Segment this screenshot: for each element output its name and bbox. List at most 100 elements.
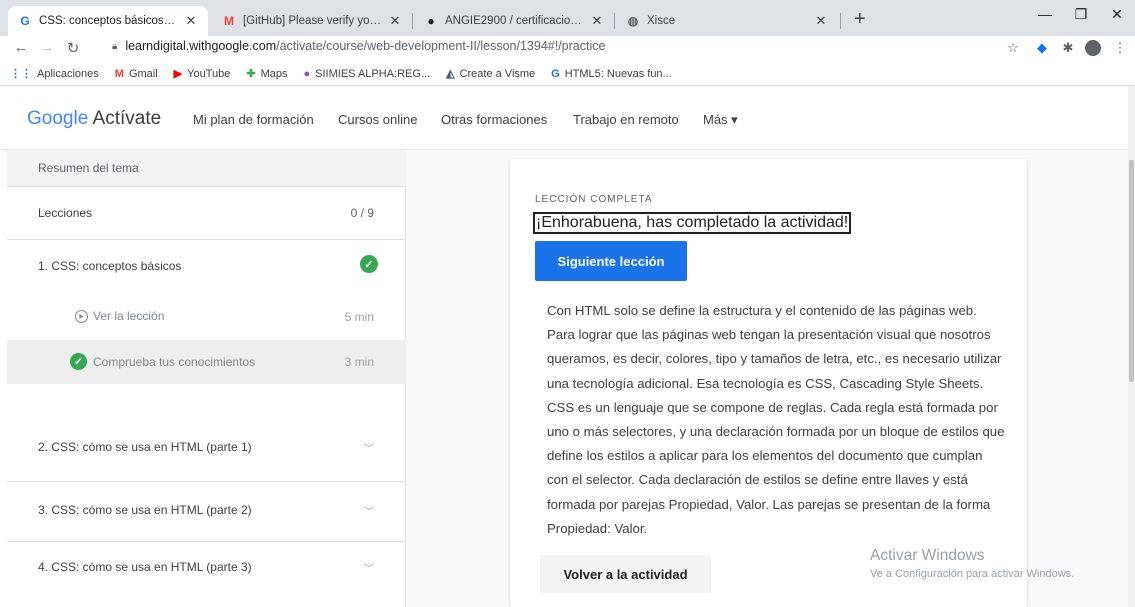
close-tab-icon[interactable]: ✕	[388, 13, 402, 29]
address-bar[interactable]: 🔒︎ learndigital.withgoogle.com/activate/…	[112, 39, 605, 53]
lessons-count: 0 / 9	[350, 206, 374, 220]
tab-title: CSS: conceptos básicos - Google	[39, 15, 178, 27]
bookmark-siimies[interactable]: ● SIIMIES ALPHA:REG...	[304, 68, 431, 80]
topic-summary-header[interactable]: Resumen del tema	[7, 150, 406, 187]
bookmark-star-icon[interactable]: ☆	[1005, 40, 1021, 56]
lesson-body-text: Con HTML solo se define la estructura y …	[547, 303, 1005, 536]
tab-title: [GitHub] Please verify your email	[243, 15, 382, 27]
watermark-subtitle: Ve a Configuración para activar Windows.	[870, 568, 1075, 580]
browser-tab-github-email[interactable]: M [GitHub] Please verify your email ✕	[212, 6, 412, 36]
profile-avatar-icon[interactable]	[1085, 40, 1101, 56]
lesson-1-group: 1. CSS: conceptos básicos ✓ ▶ Ver la lec…	[7, 240, 406, 430]
lesson-2-title: 2. CSS: cómo se usa en HTML (parte 1)	[38, 440, 252, 454]
close-tab-icon[interactable]: ✕	[814, 13, 828, 29]
google-favicon-icon: G	[20, 14, 30, 28]
bookmark-maps[interactable]: ✚ Maps	[246, 67, 288, 81]
sidebar-item-ver-leccion[interactable]: ▶ Ver la lección	[75, 309, 164, 323]
globe-favicon-icon: ◍	[627, 14, 639, 28]
logo-google-text: Google	[27, 108, 89, 129]
bookmark-label: HTML5: Nuevas fun...	[564, 67, 672, 80]
maps-icon: ✚	[246, 68, 256, 80]
lesson-card: LECCIÓN COMPLETA ¡Enhorabuena, has compl…	[510, 159, 1027, 607]
bookmark-label: Gmail	[128, 67, 158, 80]
browser-toolbar: ← → ↻ 🔒︎ learndigital.withgoogle.com/act…	[0, 36, 1135, 62]
bookmark-aplicaciones[interactable]: ⋮⋮ Aplicaciones	[10, 67, 99, 81]
new-tab-icon[interactable]: +	[854, 9, 866, 29]
url-path: /activate/course/web-development-II/less…	[276, 39, 606, 53]
youtube-icon: ▶	[173, 68, 183, 80]
close-tab-icon[interactable]: ✕	[184, 13, 198, 29]
lesson-sidebar: Resumen del tema Lecciones 0 / 9 1. CSS:…	[7, 150, 406, 607]
github-favicon-icon: ●	[427, 14, 435, 28]
bookmark-visme[interactable]: ◭ Create a Visme	[446, 67, 536, 81]
tab-separator	[840, 13, 841, 29]
bookmarks-bar: ⋮⋮ Aplicaciones M Gmail ▶ YouTube ✚ Maps ● SI…	[0, 62, 1135, 86]
chevron-down-icon: ﹀	[364, 444, 374, 455]
bookmark-html5[interactable]: G HTML5: Nuevas fun...	[551, 68, 672, 80]
nav-cursos-online[interactable]: Cursos online	[338, 112, 418, 127]
lock-icon: 🔒︎	[112, 40, 118, 52]
lesson-4-row[interactable]: 4. CSS: cómo se usa en HTML (parte 3) ﹀	[7, 542, 406, 602]
watermark-title: Activar Windows	[870, 547, 985, 564]
reload-icon[interactable]: ↻	[64, 39, 82, 57]
lesson-3-title: 3. CSS: cómo se usa en HTML (parte 2)	[38, 503, 252, 517]
browser-tab-github-repo[interactable]: ● ANGIE2900 / certificacion: prime ✕	[414, 6, 614, 36]
sub-item-duration: 5 min	[344, 310, 374, 324]
back-arrow-icon[interactable]: ←	[12, 39, 30, 56]
restore-icon[interactable]: ❐	[1066, 6, 1096, 23]
lesson-3-row[interactable]: 3. CSS: cómo se usa en HTML (parte 2) ﹀	[7, 482, 406, 542]
bookmark-gmail[interactable]: M Gmail	[115, 68, 158, 80]
puzzle-extensions-icon[interactable]: ✱	[1060, 40, 1076, 56]
siimies-icon: ●	[303, 67, 311, 80]
windows-activation-watermark: Activar Windows Ve a Configuración para …	[870, 547, 1074, 580]
gmail-favicon-icon: M	[224, 14, 234, 28]
congrats-message: ¡Enhorabuena, has completado la activida…	[532, 212, 852, 234]
check-circle-icon: ✓	[360, 255, 378, 273]
sidebar-item-comprueba[interactable]: ✓ Comprueba tus conocimientos 3 min	[7, 340, 406, 384]
topic-summary-label: Resumen del tema	[38, 161, 139, 175]
tab-separator	[614, 13, 615, 29]
lesson-2-row[interactable]: 2. CSS: cómo se usa en HTML (parte 1) ﹀	[7, 422, 406, 482]
next-lesson-button[interactable]: Siguiente lección	[535, 241, 687, 281]
browser-tab-css[interactable]: G CSS: conceptos básicos - Google ✕	[8, 6, 208, 36]
lesson-1-title[interactable]: 1. CSS: conceptos básicos	[38, 259, 181, 273]
close-window-icon[interactable]: ✕	[1102, 6, 1132, 23]
apps-grid-icon: ⋮⋮	[10, 68, 32, 80]
bookmark-label: Create a Visme	[459, 67, 536, 80]
back-to-activity-button[interactable]: Volver a la actividad	[540, 555, 711, 593]
chevron-down-icon: ﹀	[364, 564, 374, 575]
logo-product-text: Actívate	[92, 108, 162, 129]
sub-item-duration: 3 min	[344, 355, 374, 369]
bookmark-label: Maps	[260, 67, 288, 80]
url-host: learndigital.withgoogle.com	[125, 39, 277, 53]
graduation-cap-extension-icon[interactable]: ◆	[1034, 40, 1050, 56]
nav-trabajo-remoto[interactable]: Trabajo en remoto	[573, 112, 679, 127]
site-header: Google Actívate Mi plan de formación Cur…	[0, 86, 1135, 150]
bookmark-youtube[interactable]: ▶ YouTube	[173, 67, 231, 81]
close-tab-icon[interactable]: ✕	[590, 13, 604, 29]
bookmark-label: SIIMIES ALPHA:REG...	[315, 67, 431, 80]
tab-separator	[412, 13, 413, 29]
minimize-icon[interactable]: —	[1030, 6, 1060, 22]
visme-icon: ◭	[446, 68, 455, 80]
gmail-icon: M	[114, 67, 124, 80]
nav-mas-dropdown[interactable]: Más ▾	[703, 112, 738, 128]
tab-title: Xisce	[647, 15, 676, 27]
nav-mi-plan[interactable]: Mi plan de formación	[193, 112, 314, 127]
nav-otras-formaciones[interactable]: Otras formaciones	[441, 112, 547, 127]
check-circle-icon: ✓	[70, 353, 87, 370]
google-icon: G	[551, 67, 560, 80]
page-scrollbar-thumb[interactable]	[1129, 160, 1134, 382]
lesson-4-title: 4. CSS: cómo se usa en HTML (parte 3)	[38, 560, 252, 574]
chevron-down-icon: ﹀	[364, 507, 374, 518]
lesson-complete-label: LECCIÓN COMPLETA	[535, 194, 653, 205]
sub-item-label: Ver la lección	[93, 309, 165, 323]
play-circle-icon: ▶	[75, 309, 88, 323]
lessons-label: Lecciones	[38, 206, 93, 220]
menu-kebab-icon[interactable]: ⋮	[1112, 40, 1128, 56]
forward-arrow-icon[interactable]: →	[38, 39, 56, 56]
browser-tab-xisce[interactable]: ◍ Xisce ✕	[616, 6, 838, 36]
google-activate-logo[interactable]: Google Actívate	[27, 108, 161, 130]
tab-title: ANGIE2900 / certificacion: prime	[445, 15, 584, 27]
bookmark-label: YouTube	[187, 67, 231, 80]
